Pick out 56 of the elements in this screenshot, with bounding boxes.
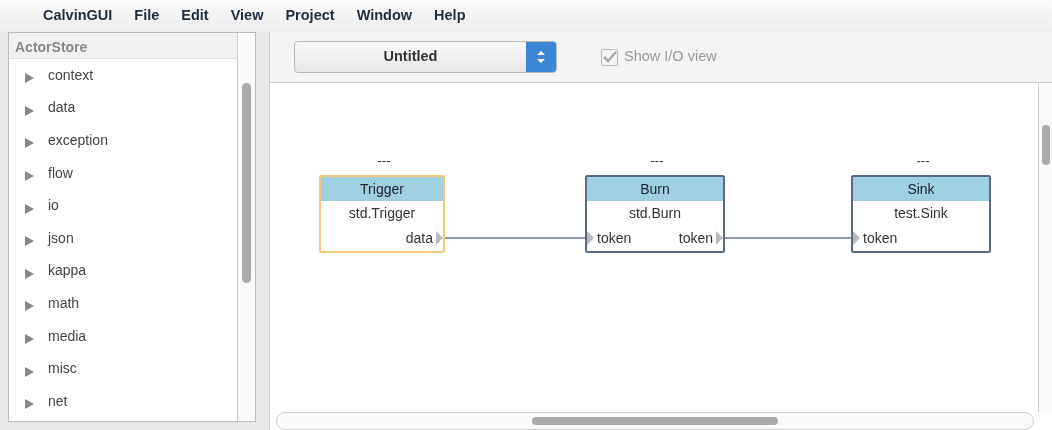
app-select[interactable]: Untitled	[294, 41, 557, 73]
scrollbar[interactable]	[276, 412, 1034, 430]
actor-name: Trigger	[321, 177, 443, 201]
expand-icon[interactable]	[25, 203, 34, 214]
menu-item[interactable]: Window	[345, 5, 424, 27]
port-label: token	[597, 228, 632, 248]
scrollbar[interactable]	[1038, 83, 1052, 412]
port-label: data	[405, 228, 433, 248]
expand-icon[interactable]	[25, 73, 34, 84]
expand-icon[interactable]	[25, 399, 34, 410]
expand-icon[interactable]	[25, 236, 34, 247]
spinner-icon[interactable]	[537, 51, 545, 63]
expand-icon[interactable]	[25, 301, 34, 312]
expand-icon[interactable]	[25, 105, 34, 116]
tree-item[interactable]: kappa	[48, 260, 87, 282]
port-icon[interactable]	[587, 231, 594, 245]
actor-caption: ---	[649, 152, 665, 170]
port-icon[interactable]	[436, 231, 443, 245]
panel-title: ActorStore	[9, 33, 237, 59]
actor-type: std.Burn	[627, 204, 683, 223]
tree-item[interactable]: flow	[48, 162, 73, 184]
expand-icon[interactable]	[25, 334, 34, 345]
expand-icon[interactable]	[25, 268, 34, 279]
tree-item[interactable]: exception	[48, 130, 108, 151]
actor-type: test.Sink	[893, 204, 949, 223]
expand-icon[interactable]	[25, 366, 34, 377]
port-label: token	[678, 228, 713, 248]
menu-item[interactable]: File	[123, 5, 171, 27]
scrollbar[interactable]	[237, 33, 255, 421]
tree-item[interactable]: misc	[48, 358, 77, 380]
actor-node[interactable]: Sink test.Sink token	[851, 175, 991, 253]
expand-icon[interactable]	[25, 138, 34, 149]
menu-item[interactable]: Help	[423, 5, 477, 27]
actor-name: Burn	[587, 177, 723, 201]
menu-item[interactable]: View	[219, 5, 275, 27]
tree-item[interactable]: context	[48, 64, 94, 86]
expand-icon[interactable]	[25, 171, 34, 182]
actor-name: Sink	[853, 177, 989, 201]
tree-item[interactable]: json	[48, 227, 74, 249]
menu-item[interactable]: Edit	[170, 5, 220, 27]
app-menu[interactable]: CalvinGUI	[32, 5, 124, 27]
tree-item[interactable]: math	[48, 292, 80, 314]
actor-type: std.Trigger	[347, 204, 417, 223]
actor-caption: ---	[915, 152, 931, 170]
tree-item[interactable]: net	[48, 390, 68, 412]
port-icon[interactable]	[853, 231, 860, 245]
tree-item[interactable]: io	[48, 195, 59, 217]
actor-node[interactable]: Trigger std.Trigger data	[319, 175, 445, 253]
actor-node[interactable]: Burn std.Burn token token	[585, 175, 725, 253]
tree-item[interactable]: media	[48, 325, 87, 347]
checkbox-label: Show I/O view	[624, 47, 717, 67]
port-icon[interactable]	[716, 231, 723, 245]
menu-item[interactable]: Project	[274, 5, 346, 27]
actor-caption: ---	[376, 152, 392, 170]
tree-item[interactable]: data	[48, 97, 76, 119]
port-label: token	[863, 228, 898, 248]
